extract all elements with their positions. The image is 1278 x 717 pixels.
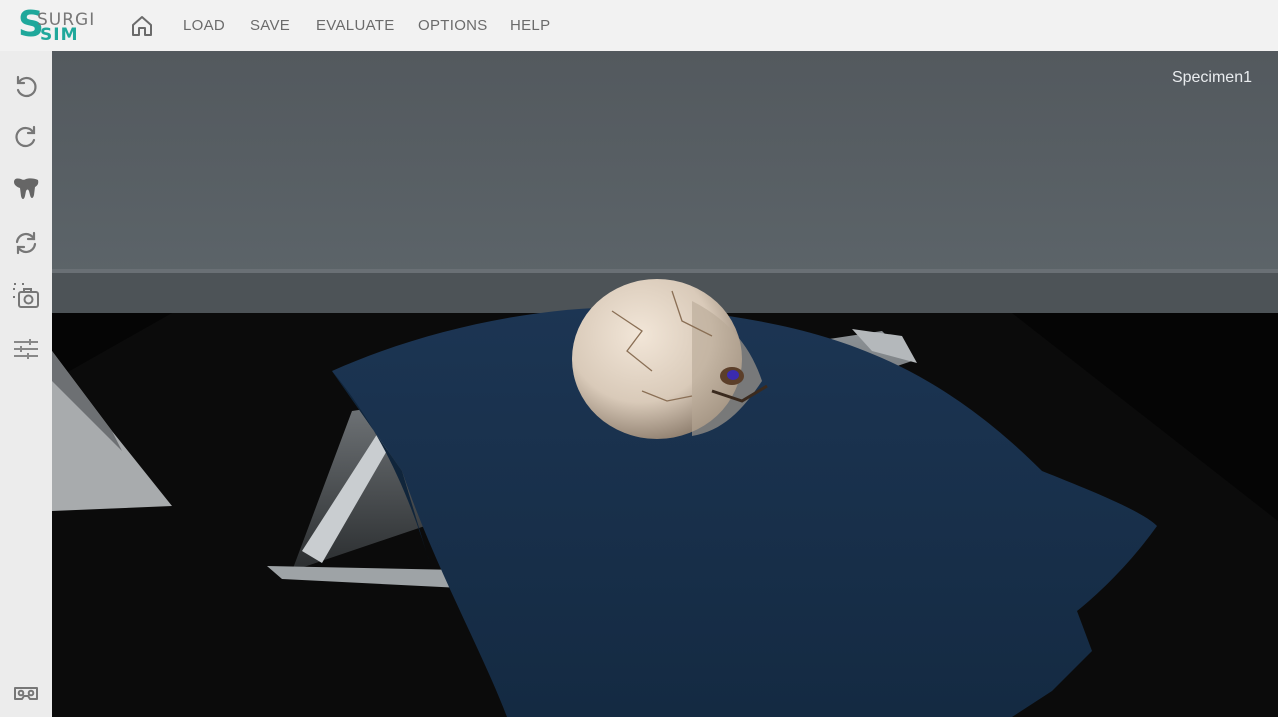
surgisim-logo: S SURGI SIM [18, 7, 98, 46]
tooth-icon[interactable] [12, 175, 40, 203]
home-icon[interactable] [130, 14, 154, 38]
3d-viewport[interactable]: Specimen1 [52, 51, 1278, 717]
rotate-view-icon[interactable] [12, 229, 40, 257]
menu-save[interactable]: SAVE [250, 0, 290, 51]
menu-evaluate[interactable]: EVALUATE [316, 0, 395, 51]
menu-help[interactable]: HELP [510, 0, 550, 51]
vr-headset-icon[interactable] [12, 679, 40, 707]
logo-text-bottom: SIM [40, 25, 79, 45]
menu-load[interactable]: LOAD [183, 0, 225, 51]
scene-render [52, 51, 1278, 717]
tool-sidebar [0, 51, 52, 717]
top-bar: S SURGI SIM LOAD SAVE EVALUATE OPTIONS H… [0, 0, 1278, 51]
sliders-icon[interactable] [12, 335, 40, 363]
undo-icon[interactable] [12, 73, 40, 101]
menu-options[interactable]: OPTIONS [418, 0, 488, 51]
screenshot-icon[interactable] [12, 282, 40, 310]
specimen-label: Specimen1 [1171, 69, 1252, 86]
redo-icon[interactable] [12, 123, 40, 151]
